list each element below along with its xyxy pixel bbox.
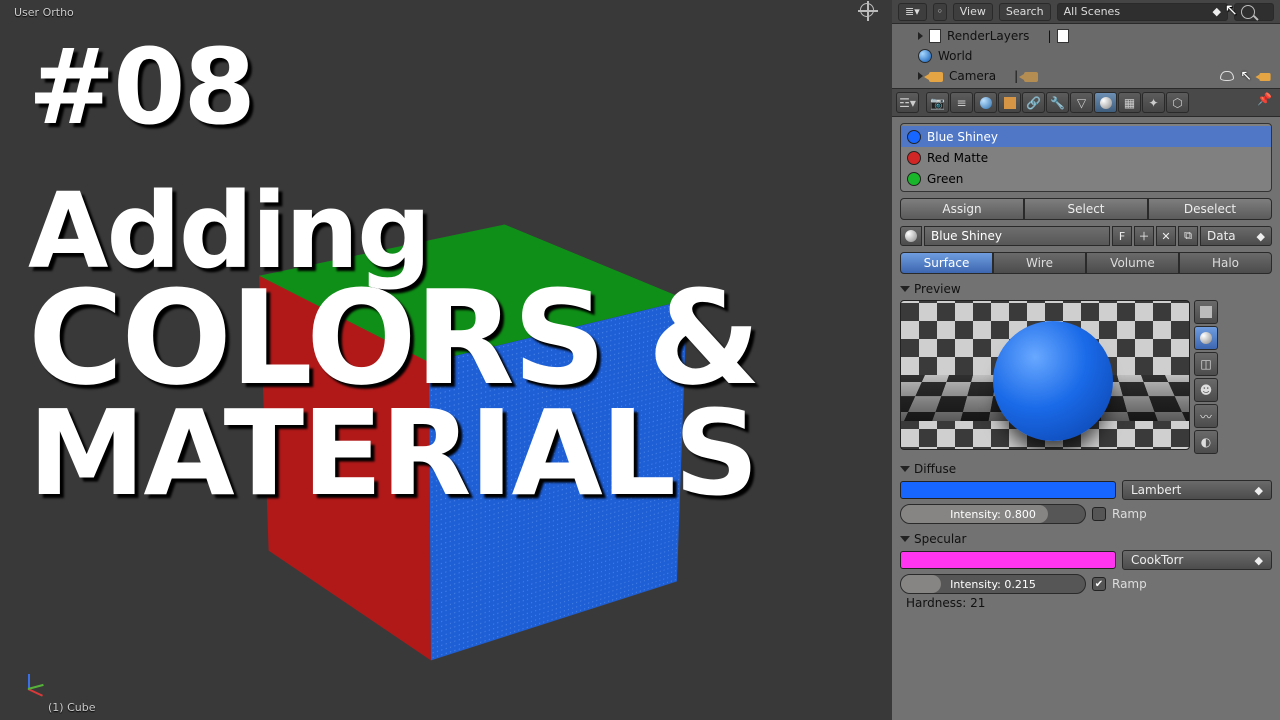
unlink-material-button[interactable]: ✕ bbox=[1156, 226, 1176, 246]
renderlayers-icon bbox=[929, 29, 941, 43]
context-texture[interactable]: ▦ bbox=[1118, 92, 1141, 113]
editor-type-button-2[interactable]: ☲▾ bbox=[896, 92, 919, 113]
material-slot-name: Blue Shiney bbox=[927, 130, 998, 144]
render-cam-icon[interactable] bbox=[1259, 73, 1270, 81]
disclosure-icon[interactable] bbox=[918, 32, 923, 40]
context-particles[interactable]: ✦ bbox=[1142, 92, 1165, 113]
preview-section-header[interactable]: Preview bbox=[900, 282, 1272, 296]
material-name-field[interactable]: Blue Shiney bbox=[924, 226, 1110, 246]
diffuse-section-header[interactable]: Diffuse bbox=[900, 462, 1272, 476]
overlay-line4: MATERIALS bbox=[28, 399, 759, 508]
material-color-icon bbox=[907, 130, 921, 144]
specular-section-header[interactable]: Specular bbox=[900, 532, 1272, 546]
diffuse-intensity-slider[interactable]: Intensity: 0.800 bbox=[900, 504, 1086, 524]
specular-ramp-label: Ramp bbox=[1112, 577, 1147, 591]
diffuse-ramp-checkbox[interactable] bbox=[1092, 507, 1106, 521]
properties-context-tabs: ☲▾ 📷 ≡ 🔗 🔧 ▽ ▦ ✦ ⬡ 📌 bbox=[892, 88, 1280, 117]
outliner-tree[interactable]: RenderLayers | World Camera | ↖ bbox=[892, 24, 1280, 88]
material-preview bbox=[900, 300, 1190, 450]
fake-user-button[interactable]: F bbox=[1112, 226, 1132, 246]
preview-type-cube[interactable]: ◫ bbox=[1194, 352, 1218, 376]
search-icon bbox=[1241, 5, 1255, 19]
context-data[interactable]: ▽ bbox=[1070, 92, 1093, 113]
scene-filter-dropdown[interactable]: All Scenes◆ bbox=[1057, 3, 1228, 21]
specular-color-swatch[interactable] bbox=[900, 551, 1116, 569]
context-world[interactable] bbox=[974, 92, 997, 113]
preview-type-flat[interactable] bbox=[1194, 300, 1218, 324]
camera-data-icon bbox=[1024, 72, 1038, 82]
assign-material-button[interactable]: Assign bbox=[900, 198, 1024, 220]
node-editor-button[interactable]: ⧉ bbox=[1178, 226, 1198, 246]
deselect-material-button[interactable]: Deselect bbox=[1148, 198, 1272, 220]
properties-panel: ≣▾ ◦ View Search All Scenes◆ RenderLayer… bbox=[892, 0, 1280, 720]
view-reticle-icon bbox=[860, 3, 874, 17]
preview-type-monkey[interactable]: ☻ bbox=[1194, 378, 1218, 402]
renderlayer-child-icon bbox=[1057, 29, 1069, 43]
specular-ramp-checkbox[interactable] bbox=[1092, 577, 1106, 591]
disclosure-icon[interactable] bbox=[900, 536, 910, 542]
visibility-eye-icon[interactable] bbox=[1220, 71, 1234, 81]
view-orientation-label: User Ortho bbox=[14, 6, 74, 19]
material-color-icon bbox=[907, 151, 921, 165]
diffuse-color-swatch[interactable] bbox=[900, 481, 1116, 499]
material-slot-name: Red Matte bbox=[927, 151, 988, 165]
context-scene[interactable]: ≡ bbox=[950, 92, 973, 113]
material-color-icon bbox=[907, 172, 921, 186]
material-slot-name: Green bbox=[927, 172, 963, 186]
specular-shader-dropdown[interactable]: CookTorr◆ bbox=[1122, 550, 1272, 570]
axis-gizmo bbox=[14, 672, 44, 702]
restrict-toggle-icon[interactable]: ◦ bbox=[933, 3, 947, 21]
context-render[interactable]: 📷 bbox=[926, 92, 949, 113]
outliner-search-menu[interactable]: Search bbox=[999, 3, 1051, 21]
preview-type-sky[interactable]: ◐ bbox=[1194, 430, 1218, 454]
disclosure-icon[interactable] bbox=[900, 286, 910, 292]
material-type-surface[interactable]: Surface bbox=[900, 252, 993, 274]
context-material[interactable] bbox=[1094, 92, 1117, 113]
diffuse-ramp-label: Ramp bbox=[1112, 507, 1147, 521]
overlay-line3: COLORS & bbox=[28, 279, 759, 399]
disclosure-icon[interactable] bbox=[918, 72, 923, 80]
material-type-volume[interactable]: Volume bbox=[1086, 252, 1179, 274]
outliner-item-renderlayers[interactable]: RenderLayers | bbox=[900, 26, 1272, 46]
camera-icon bbox=[929, 72, 943, 82]
outliner-header: ≣▾ ◦ View Search All Scenes◆ bbox=[892, 0, 1280, 24]
outliner-search-field[interactable] bbox=[1234, 3, 1274, 21]
world-icon bbox=[918, 49, 932, 63]
material-type-wire[interactable]: Wire bbox=[993, 252, 1086, 274]
cursor-icon[interactable]: ↖ bbox=[1240, 68, 1252, 84]
outliner-view-menu[interactable]: View bbox=[953, 3, 993, 21]
material-browse-button[interactable] bbox=[900, 226, 922, 246]
context-constraints[interactable]: 🔗 bbox=[1022, 92, 1045, 113]
material-type-halo[interactable]: Halo bbox=[1179, 252, 1272, 274]
material-link-dropdown[interactable]: Data◆ bbox=[1200, 226, 1272, 246]
outliner-item-world[interactable]: World bbox=[900, 46, 1272, 66]
context-physics[interactable]: ⬡ bbox=[1166, 92, 1189, 113]
preview-type-sphere[interactable] bbox=[1194, 326, 1218, 350]
new-material-button[interactable]: ＋ bbox=[1134, 226, 1154, 246]
preview-type-hair[interactable]: 〰 bbox=[1194, 404, 1218, 428]
active-object-label: (1) Cube bbox=[48, 701, 95, 714]
overlay-line1: #08 bbox=[28, 40, 759, 136]
material-slot-2[interactable]: Green bbox=[901, 168, 1271, 189]
context-modifiers[interactable]: 🔧 bbox=[1046, 92, 1069, 113]
material-slot-1[interactable]: Red Matte bbox=[901, 147, 1271, 168]
select-material-button[interactable]: Select bbox=[1024, 198, 1148, 220]
outliner-item-camera[interactable]: Camera | ↖ bbox=[900, 66, 1272, 86]
specular-intensity-slider[interactable]: Intensity: 0.215 bbox=[900, 574, 1086, 594]
disclosure-icon[interactable] bbox=[900, 466, 910, 472]
editor-type-button[interactable]: ≣▾ bbox=[898, 3, 927, 21]
material-slot-list[interactable]: Blue Shiney Red Matte Green bbox=[900, 123, 1272, 192]
viewport-3d[interactable]: User Ortho #08 Adding COLORS & MATERIALS… bbox=[0, 0, 892, 720]
material-slot-0[interactable]: Blue Shiney bbox=[901, 126, 1271, 147]
overlay-title: #08 Adding COLORS & MATERIALS bbox=[28, 40, 759, 507]
pin-icon[interactable]: 📌 bbox=[1257, 92, 1272, 106]
diffuse-shader-dropdown[interactable]: Lambert◆ bbox=[1122, 480, 1272, 500]
context-object[interactable] bbox=[998, 92, 1021, 113]
